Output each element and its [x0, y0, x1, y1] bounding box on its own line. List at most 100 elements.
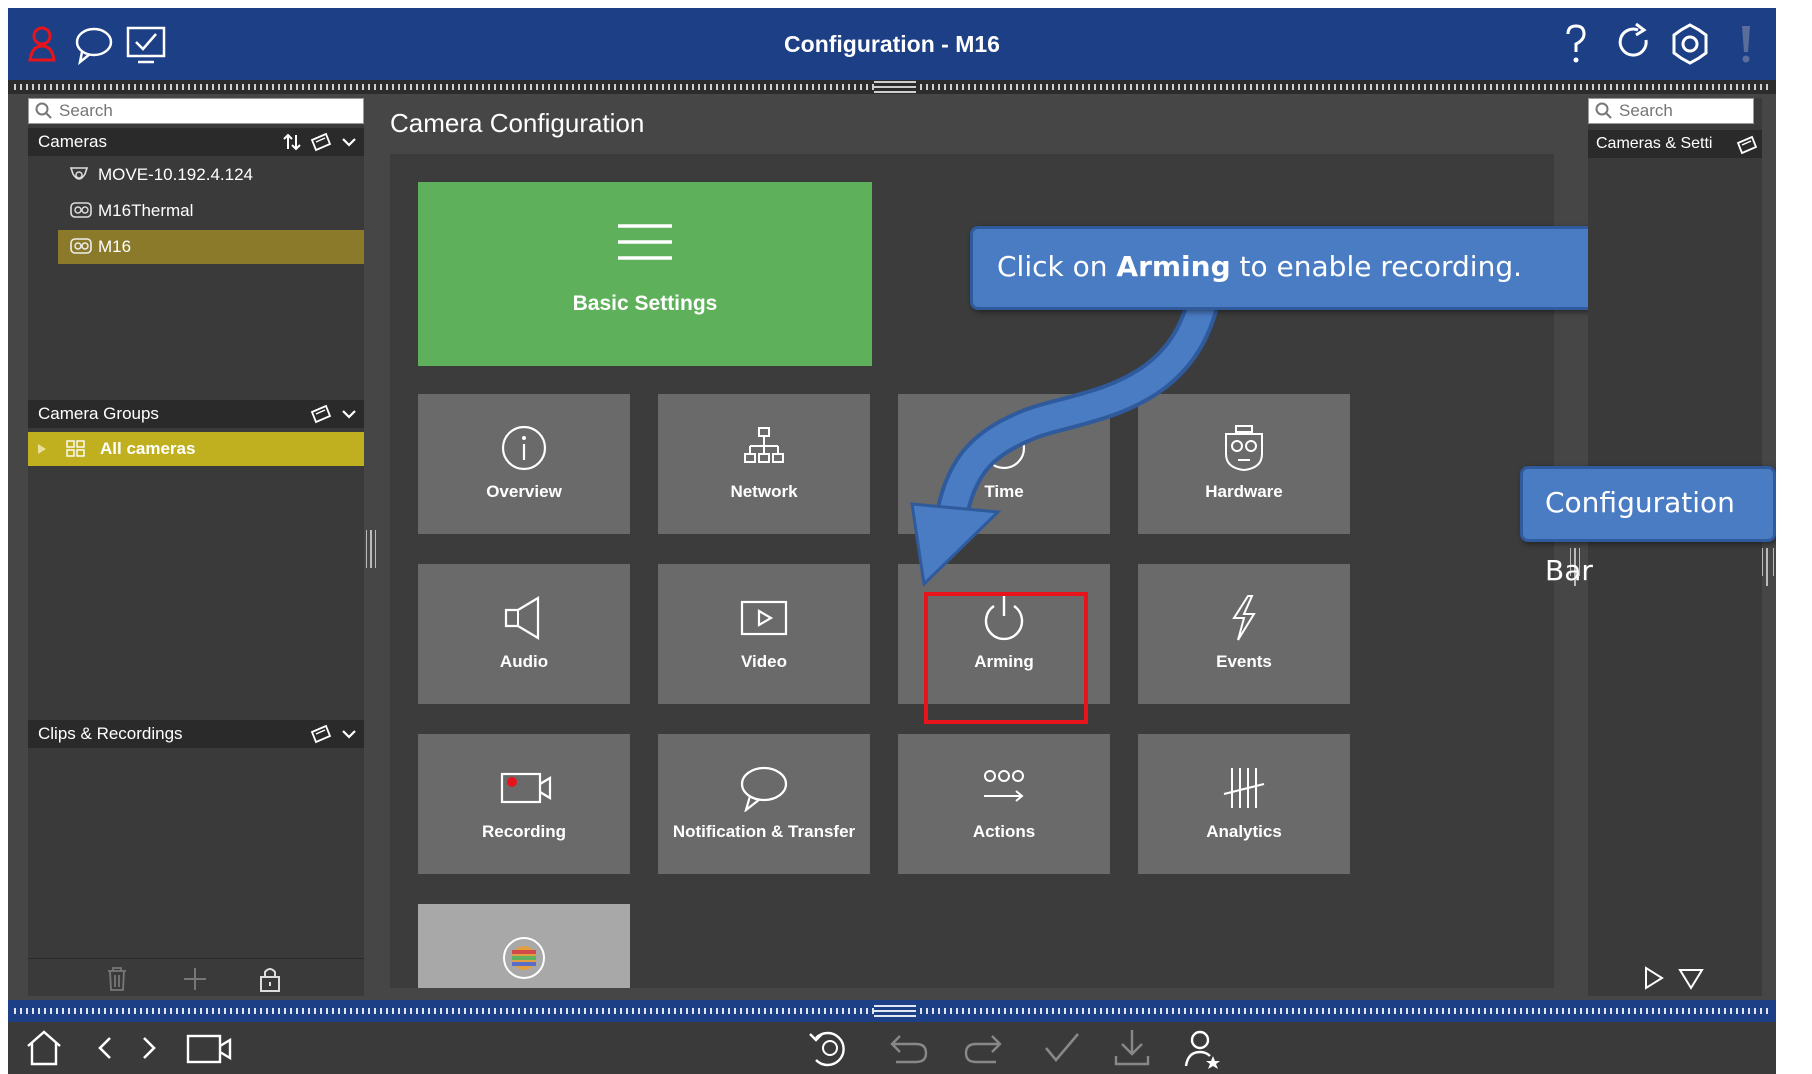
- camera-name: M16Thermal: [98, 201, 194, 220]
- camera-name: M16: [98, 237, 132, 256]
- lock-icon[interactable]: [258, 965, 282, 993]
- tag-icon[interactable]: [310, 132, 332, 152]
- network-icon: [744, 427, 784, 463]
- audio-tile[interactable]: Audio: [418, 564, 630, 704]
- cameras-header-label: Cameras: [38, 132, 107, 151]
- redo-icon[interactable]: [958, 1026, 1006, 1070]
- chevron-down-icon[interactable]: [340, 724, 358, 744]
- window-title: Configuration - M16: [784, 31, 1000, 57]
- chevron-down-icon[interactable]: [340, 132, 358, 152]
- tile-label: Notification & Transfer: [672, 822, 856, 841]
- configuration-bar-callout: Configuration Bar: [1520, 466, 1776, 587]
- undo-icon[interactable]: [886, 1026, 934, 1070]
- tile-label: Events: [1216, 652, 1272, 671]
- download-icon[interactable]: [1110, 1026, 1154, 1070]
- restore-settings-icon[interactable]: [806, 1026, 854, 1070]
- forward-arrow-icon[interactable]: [134, 1026, 162, 1070]
- back-arrow-icon[interactable]: [92, 1026, 120, 1070]
- actions-tile[interactable]: Actions: [898, 734, 1110, 874]
- bottom-splitter[interactable]: [8, 1000, 1776, 1022]
- speech-bubble-icon: [740, 766, 788, 812]
- camera-view-icon[interactable]: [184, 1026, 234, 1070]
- basic-settings-label: Basic Settings: [572, 292, 718, 315]
- play-triangle-icon[interactable]: [1642, 966, 1666, 990]
- apply-checkmark-icon[interactable]: [1040, 1026, 1084, 1070]
- dome-camera-icon: [69, 167, 89, 180]
- tally-icon: [1223, 768, 1265, 808]
- partial-tile[interactable]: [418, 904, 630, 988]
- thermal-camera-icon: [70, 202, 92, 218]
- analytics-tile[interactable]: Analytics: [1138, 734, 1350, 874]
- top-splitter[interactable]: [8, 80, 1776, 94]
- camera-item-selected[interactable]: M16: [58, 230, 364, 264]
- sort-icon[interactable]: [282, 132, 302, 152]
- camera-search-box[interactable]: [28, 98, 364, 124]
- add-icon[interactable]: [182, 966, 208, 992]
- clips-header-label: Clips & Recordings: [38, 724, 183, 743]
- thermal-camera-icon: [70, 238, 92, 254]
- recording-camera-icon: [500, 772, 552, 804]
- arming-callout-suffix: to enable recording.: [1230, 250, 1523, 283]
- alert-exclamation-icon[interactable]: [1724, 22, 1768, 66]
- camera-groups-label: Camera Groups: [38, 404, 159, 423]
- right-edge-splitter[interactable]: [1762, 548, 1774, 586]
- settings-gear-icon[interactable]: [1668, 22, 1712, 66]
- grid-icon: [66, 440, 85, 457]
- overview-tile[interactable]: Overview: [418, 394, 630, 534]
- menu-icon: [618, 224, 672, 260]
- tag-icon[interactable]: [310, 724, 332, 744]
- left-sidebar: Cameras MOVE-10.192.4.124 M16Thermal M16…: [28, 98, 364, 996]
- tile-label: Overview: [486, 482, 562, 501]
- tile-label: Network: [730, 482, 798, 501]
- arming-callout: Click on Arming to enable recording.: [970, 226, 1646, 310]
- cameras-settings-section[interactable]: Cameras & Setti: [1588, 130, 1762, 158]
- chevron-down-icon[interactable]: [340, 404, 358, 424]
- camera-search-input[interactable]: [59, 101, 357, 121]
- tile-label: Analytics: [1206, 822, 1282, 841]
- info-icon: [501, 425, 547, 471]
- camera-group-item-selected[interactable]: All cameras: [28, 432, 364, 466]
- camera-groups-section-header[interactable]: Camera Groups: [28, 400, 364, 428]
- configuration-bar: Cameras & Setti: [1588, 98, 1762, 996]
- help-icon[interactable]: [1554, 22, 1598, 66]
- clips-section-header[interactable]: Clips & Recordings: [28, 720, 364, 748]
- splitter-grip[interactable]: [874, 1005, 916, 1017]
- video-tile[interactable]: Video: [658, 564, 870, 704]
- tile-label: Audio: [499, 652, 549, 671]
- down-triangle-icon[interactable]: [1678, 966, 1704, 990]
- tile-label: Actions: [972, 822, 1036, 841]
- tag-icon[interactable]: [310, 404, 332, 424]
- home-icon[interactable]: [22, 1026, 66, 1070]
- tile-label: Video: [741, 652, 787, 671]
- network-tile[interactable]: Network: [658, 394, 870, 534]
- bottom-toolbar: [8, 1022, 1776, 1074]
- page-title: Camera Configuration: [390, 108, 645, 138]
- video-play-icon: [740, 600, 788, 636]
- arming-callout-bold: Arming: [1116, 250, 1231, 283]
- trash-icon[interactable]: [104, 965, 130, 993]
- color-wheel-icon: [503, 937, 545, 979]
- config-bar-footer: [1588, 958, 1762, 996]
- config-search-box[interactable]: [1588, 98, 1754, 124]
- config-search-input[interactable]: [1619, 101, 1747, 121]
- tag-icon[interactable]: [1736, 135, 1758, 155]
- actions-icon: [984, 770, 1024, 802]
- camera-item[interactable]: M16Thermal: [58, 194, 364, 228]
- left-panel-splitter[interactable]: [366, 530, 376, 568]
- arming-callout-prefix: Click on: [997, 250, 1117, 283]
- basic-settings-tile[interactable]: Basic Settings: [418, 182, 872, 366]
- cameras-section-header[interactable]: Cameras: [28, 128, 364, 156]
- expand-triangle-icon[interactable]: [38, 444, 46, 454]
- recording-tile[interactable]: Recording: [418, 734, 630, 874]
- speaker-icon: [504, 596, 540, 640]
- camera-name: MOVE-10.192.4.124: [98, 165, 253, 184]
- app-window: Configuration - M16 Search Cameras MOVE-…: [8, 8, 1776, 1074]
- notification-transfer-tile[interactable]: Notification & Transfer: [658, 734, 870, 874]
- splitter-grip[interactable]: [874, 81, 916, 93]
- reload-icon[interactable]: [1612, 22, 1656, 66]
- search-icon: [1595, 102, 1612, 119]
- admin-user-icon[interactable]: [1180, 1026, 1224, 1070]
- cameras-settings-label: Cameras & Setti: [1596, 135, 1713, 152]
- camera-item[interactable]: MOVE-10.192.4.124: [58, 158, 364, 192]
- search-icon: [35, 102, 52, 119]
